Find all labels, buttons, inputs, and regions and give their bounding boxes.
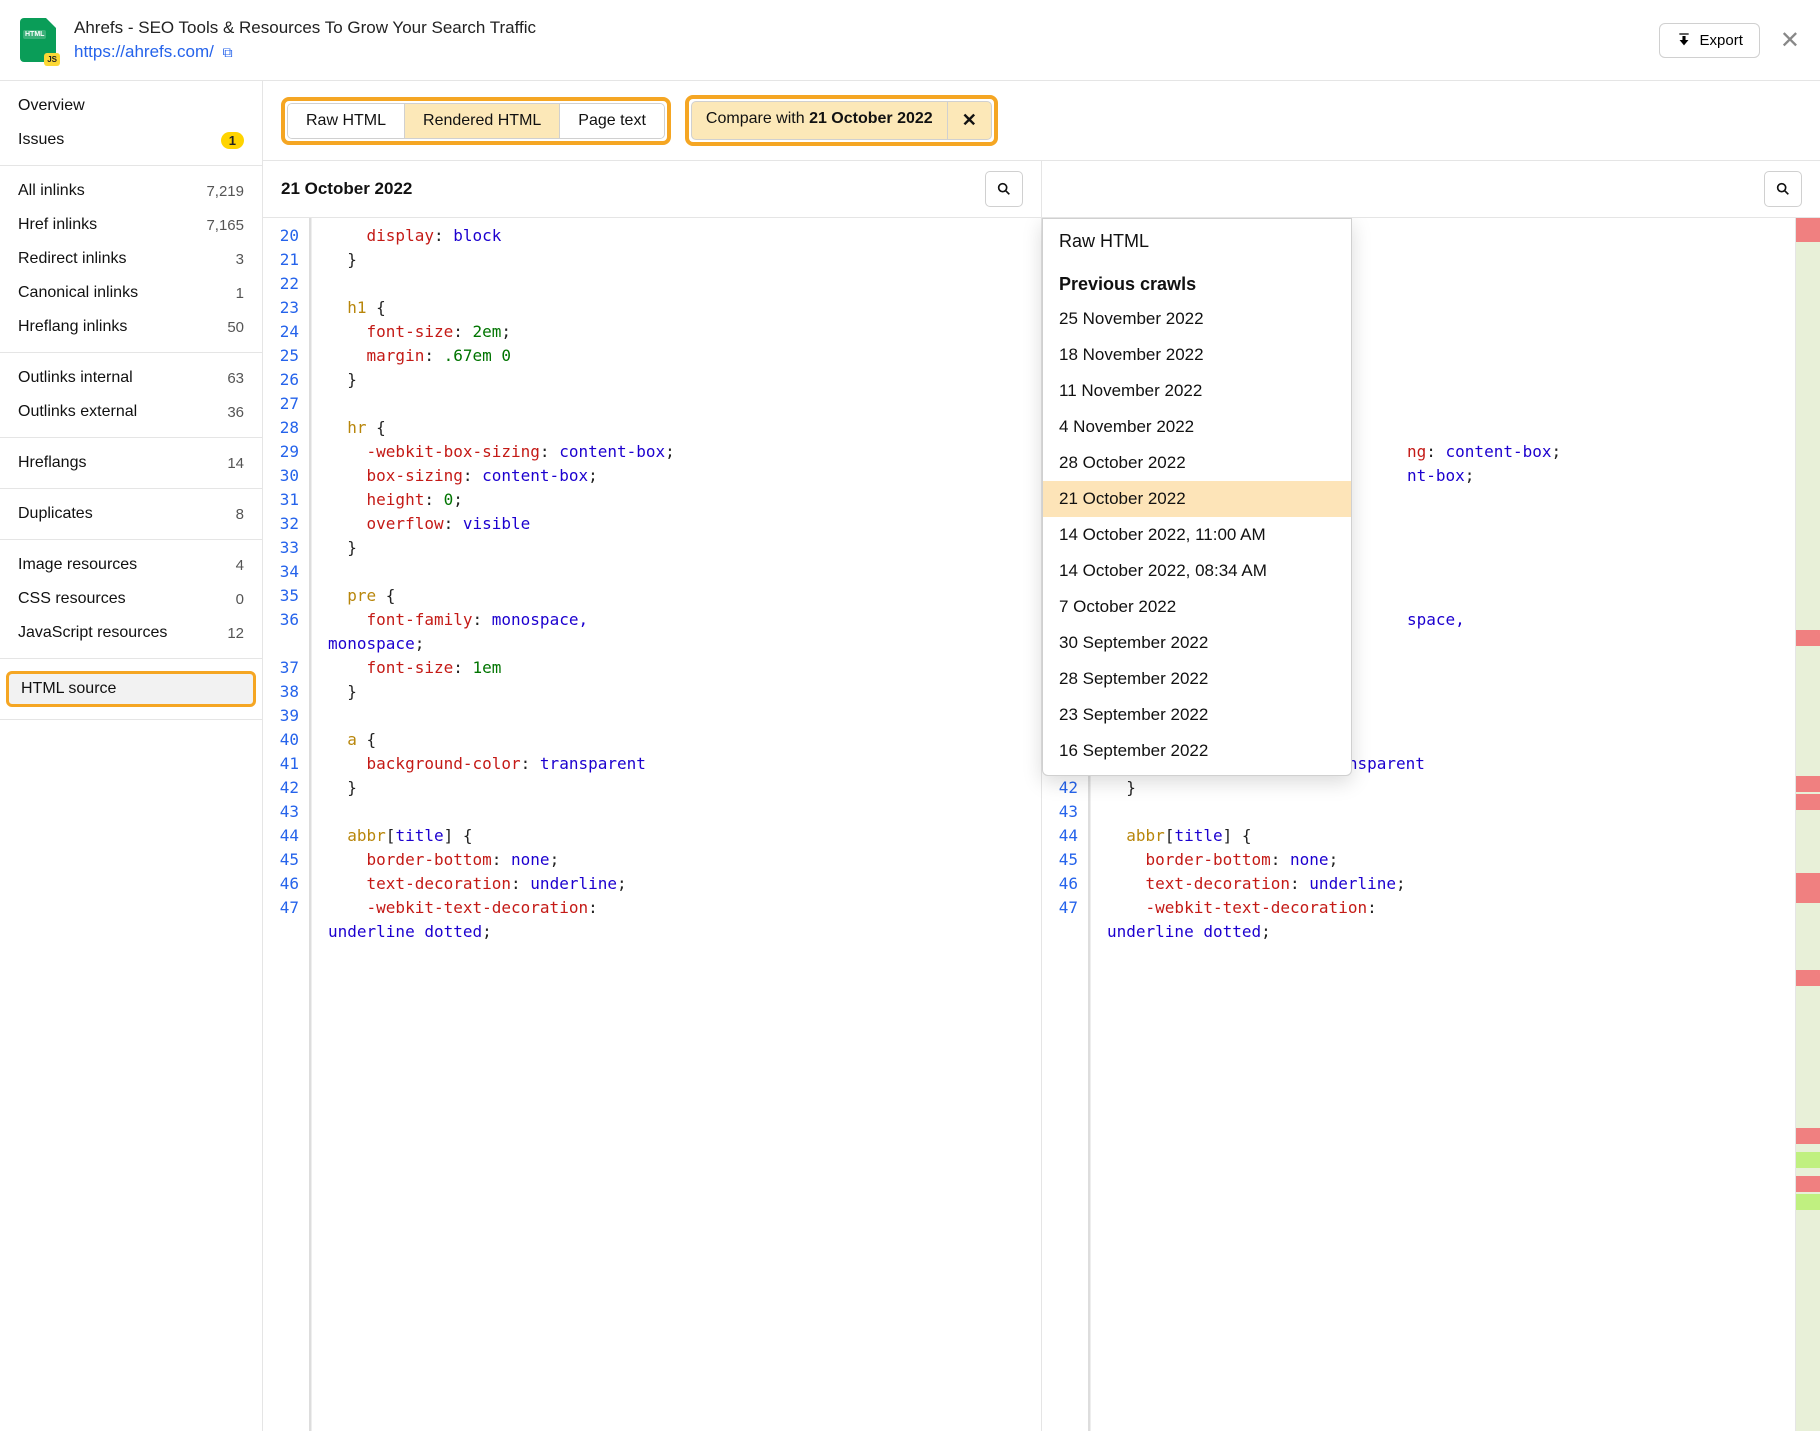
search-right-button[interactable] [1764, 171, 1802, 207]
sidebar-item-count: 36 [227, 404, 244, 421]
sidebar-item-count: 7,219 [206, 183, 244, 200]
sidebar-item-count: 63 [227, 370, 244, 387]
issues-badge: 1 [221, 132, 244, 149]
sidebar-item[interactable]: Outlinks internal 63 [0, 361, 262, 395]
export-button[interactable]: Export [1659, 23, 1760, 58]
code-area: 2021222324252627282930313233343536373839… [263, 218, 1820, 1431]
page-url-text: https://ahrefs.com/ [74, 42, 214, 61]
crawl-option[interactable]: 25 November 2022 [1043, 301, 1351, 337]
toolbar: Raw HTMLRendered HTMLPage text Compare w… [263, 81, 1820, 160]
crawl-option[interactable]: 28 September 2022 [1043, 661, 1351, 697]
left-pane-title: 21 October 2022 [281, 179, 985, 199]
sidebar-item-count: 4 [236, 557, 244, 574]
header-text: Ahrefs - SEO Tools & Resources To Grow Y… [74, 18, 1659, 62]
sidebar-item[interactable]: Image resources 4 [0, 548, 262, 582]
sidebar-item-label: Outlinks internal [18, 369, 133, 387]
view-tab[interactable]: Rendered HTML [405, 104, 560, 138]
crawl-option[interactable]: 23 September 2022 [1043, 697, 1351, 733]
download-icon [1676, 32, 1692, 48]
close-icon[interactable]: ✕ [1780, 26, 1800, 55]
sidebar-item[interactable]: Href inlinks 7,165 [0, 208, 262, 242]
crawl-option[interactable]: 30 September 2022 [1043, 625, 1351, 661]
sidebar-item-label: Image resources [18, 556, 137, 574]
page-header: Ahrefs - SEO Tools & Resources To Grow Y… [0, 0, 1820, 81]
search-icon [1775, 181, 1791, 197]
sidebar-item[interactable]: Canonical inlinks 1 [0, 276, 262, 310]
compare-control[interactable]: Compare with 21 October 2022 ✕ [691, 101, 992, 140]
sidebar-item-label: HTML source [21, 680, 116, 698]
search-icon [996, 181, 1012, 197]
sidebar-item[interactable]: Overview [0, 89, 262, 123]
file-html-js-icon [20, 18, 56, 62]
sidebar-item-count: 0 [236, 591, 244, 608]
sidebar-item-count: 7,165 [206, 217, 244, 234]
sidebar-item[interactable]: CSS resources 0 [0, 582, 262, 616]
dropdown-raw-html[interactable]: Raw HTML [1043, 219, 1351, 264]
view-tab[interactable]: Page text [560, 104, 664, 138]
view-tabs: Raw HTMLRendered HTMLPage text [287, 103, 665, 139]
compare-date: 21 October 2022 [809, 110, 933, 127]
sidebar-item-label: JavaScript resources [18, 624, 167, 642]
view-tab[interactable]: Raw HTML [288, 104, 405, 138]
sidebar-item-label: All inlinks [18, 182, 85, 200]
crawl-dropdown[interactable]: Raw HTML Previous crawls 25 November 202… [1042, 218, 1352, 776]
header-actions: Export ✕ [1659, 23, 1800, 58]
sidebar-item[interactable]: Issues 1 [0, 123, 262, 157]
export-label: Export [1700, 32, 1743, 49]
sidebar-item-label: Outlinks external [18, 403, 137, 421]
sidebar-item-label: Issues [18, 131, 64, 149]
sidebar-item-count: 8 [236, 506, 244, 523]
view-tabs-highlight: Raw HTMLRendered HTMLPage text [281, 97, 671, 145]
main: Raw HTMLRendered HTMLPage text Compare w… [263, 81, 1820, 1431]
sidebar-item-label: Canonical inlinks [18, 284, 138, 302]
gutter-left: 2021222324252627282930313233343536373839… [263, 218, 311, 1431]
right-pane-header [1042, 161, 1820, 217]
external-link-icon: ⧉ [223, 44, 233, 60]
page-title: Ahrefs - SEO Tools & Resources To Grow Y… [74, 18, 1659, 38]
sidebar-item[interactable]: HTML source [6, 671, 256, 707]
page-url[interactable]: https://ahrefs.com/ ⧉ [74, 42, 1659, 62]
crawl-option[interactable]: 18 November 2022 [1043, 337, 1351, 373]
crawl-option[interactable]: 11 November 2022 [1043, 373, 1351, 409]
sidebar-item-label: Redirect inlinks [18, 250, 126, 268]
crawl-option[interactable]: 16 September 2022 [1043, 733, 1351, 769]
sidebar-item[interactable]: Hreflangs 14 [0, 446, 262, 480]
sidebar-item-label: Hreflangs [18, 454, 86, 472]
dropdown-section-title: Previous crawls [1043, 264, 1351, 301]
compare-highlight: Compare with 21 October 2022 ✕ [685, 95, 998, 146]
sidebar-item-count: 1 [236, 285, 244, 302]
search-left-button[interactable] [985, 171, 1023, 207]
sidebar-item-label: Hreflang inlinks [18, 318, 127, 336]
sidebar-item-label: Duplicates [18, 505, 93, 523]
crawl-option[interactable]: 4 November 2022 [1043, 409, 1351, 445]
code-lines-left[interactable]: display: block } h1 { font-size: 2em; ma… [311, 218, 1041, 1431]
sidebar-item-label: Href inlinks [18, 216, 97, 234]
code-pane-left[interactable]: 2021222324252627282930313233343536373839… [263, 218, 1042, 1431]
sidebar-item-count: 14 [227, 455, 244, 472]
sidebar-item-label: CSS resources [18, 590, 126, 608]
sidebar-item[interactable]: Outlinks external 36 [0, 395, 262, 429]
crawl-option[interactable]: 14 October 2022, 08:34 AM [1043, 553, 1351, 589]
sidebar-item-count: 50 [227, 319, 244, 336]
compare-prefix: Compare with [706, 110, 809, 127]
crawl-option[interactable]: 14 October 2022, 11:00 AM [1043, 517, 1351, 553]
compare-label[interactable]: Compare with 21 October 2022 [692, 102, 948, 139]
sidebar-item[interactable]: JavaScript resources 12 [0, 616, 262, 650]
minimap[interactable] [1796, 218, 1820, 1431]
sidebar-item-count: 3 [236, 251, 244, 268]
compare-close-icon[interactable]: ✕ [948, 102, 991, 139]
left-pane-header: 21 October 2022 [263, 161, 1042, 217]
subheader: 21 October 2022 [263, 160, 1820, 218]
sidebar: Overview Issues 1 All inlinks 7,219 Href inli… [0, 81, 263, 1431]
crawl-option[interactable]: 28 October 2022 [1043, 445, 1351, 481]
sidebar-item[interactable]: Hreflang inlinks 50 [0, 310, 262, 344]
sidebar-item[interactable]: Redirect inlinks 3 [0, 242, 262, 276]
crawl-option[interactable]: 7 October 2022 [1043, 589, 1351, 625]
sidebar-item[interactable]: All inlinks 7,219 [0, 174, 262, 208]
sidebar-item-count: 12 [227, 625, 244, 642]
sidebar-item-label: Overview [18, 97, 85, 115]
sidebar-item[interactable]: Duplicates 8 [0, 497, 262, 531]
crawl-option[interactable]: 21 October 2022 [1043, 481, 1351, 517]
